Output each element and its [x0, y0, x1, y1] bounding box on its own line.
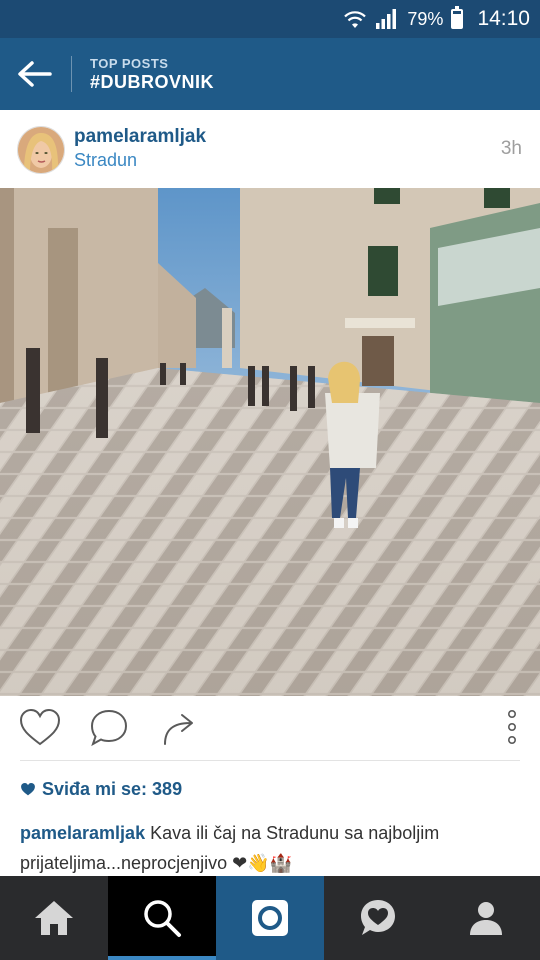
more-options-button[interactable] — [502, 708, 522, 753]
more-vertical-icon — [508, 709, 517, 744]
activity-heart-bubble-icon — [361, 900, 395, 935]
share-arrow-icon — [164, 714, 193, 745]
post-header: pamelaramljak Stradun 3h — [0, 110, 540, 188]
avatar[interactable] — [17, 126, 65, 174]
header-subtitle: TOP POSTS — [90, 56, 169, 71]
post-actions — [0, 696, 540, 760]
post-username[interactable]: pamelaramljak — [74, 126, 206, 148]
camera-icon — [252, 900, 288, 936]
profile-icon — [470, 902, 502, 935]
post-caption: pamelaramljak Kava ili čaj na Stradunu s… — [20, 818, 520, 878]
back-button[interactable] — [14, 56, 54, 92]
signal-icon — [376, 9, 397, 29]
home-icon — [35, 901, 73, 935]
post-time: 3h — [500, 138, 522, 159]
app-bar: TOP POSTS #DUBROVNIK — [0, 38, 540, 110]
tab-search[interactable] — [108, 876, 216, 960]
heart-outline-icon — [19, 708, 61, 746]
comment-button[interactable] — [88, 708, 130, 753]
wifi-icon — [344, 11, 367, 28]
bottom-tab-bar — [0, 876, 540, 960]
active-tab-indicator — [108, 956, 216, 960]
tab-profile[interactable] — [432, 876, 540, 960]
likes-count[interactable]: Sviđa mi se: 389 — [20, 779, 182, 800]
post-photo[interactable] — [0, 188, 540, 696]
actions-divider — [20, 760, 520, 761]
battery-percent: 79% — [407, 8, 444, 29]
header-title: #DUBROVNIK — [90, 72, 215, 92]
clock: 14:10 — [477, 7, 530, 30]
post-location[interactable]: Stradun — [74, 150, 137, 171]
heart-filled-icon — [21, 782, 35, 796]
arrow-left-icon — [18, 61, 52, 87]
search-icon — [144, 900, 181, 937]
battery-icon — [451, 6, 464, 29]
likes-label: Sviđa mi se: 389 — [42, 779, 183, 799]
comment-bubble-icon — [90, 709, 128, 747]
tab-camera[interactable] — [216, 876, 324, 960]
tab-activity[interactable] — [324, 876, 432, 960]
share-button[interactable] — [160, 710, 200, 753]
like-button[interactable] — [18, 708, 62, 753]
caption-username[interactable]: pamelaramljak — [20, 823, 145, 843]
header-divider — [71, 56, 72, 92]
tab-home[interactable] — [0, 876, 108, 960]
status-bar: 79% 14:10 — [0, 0, 540, 38]
